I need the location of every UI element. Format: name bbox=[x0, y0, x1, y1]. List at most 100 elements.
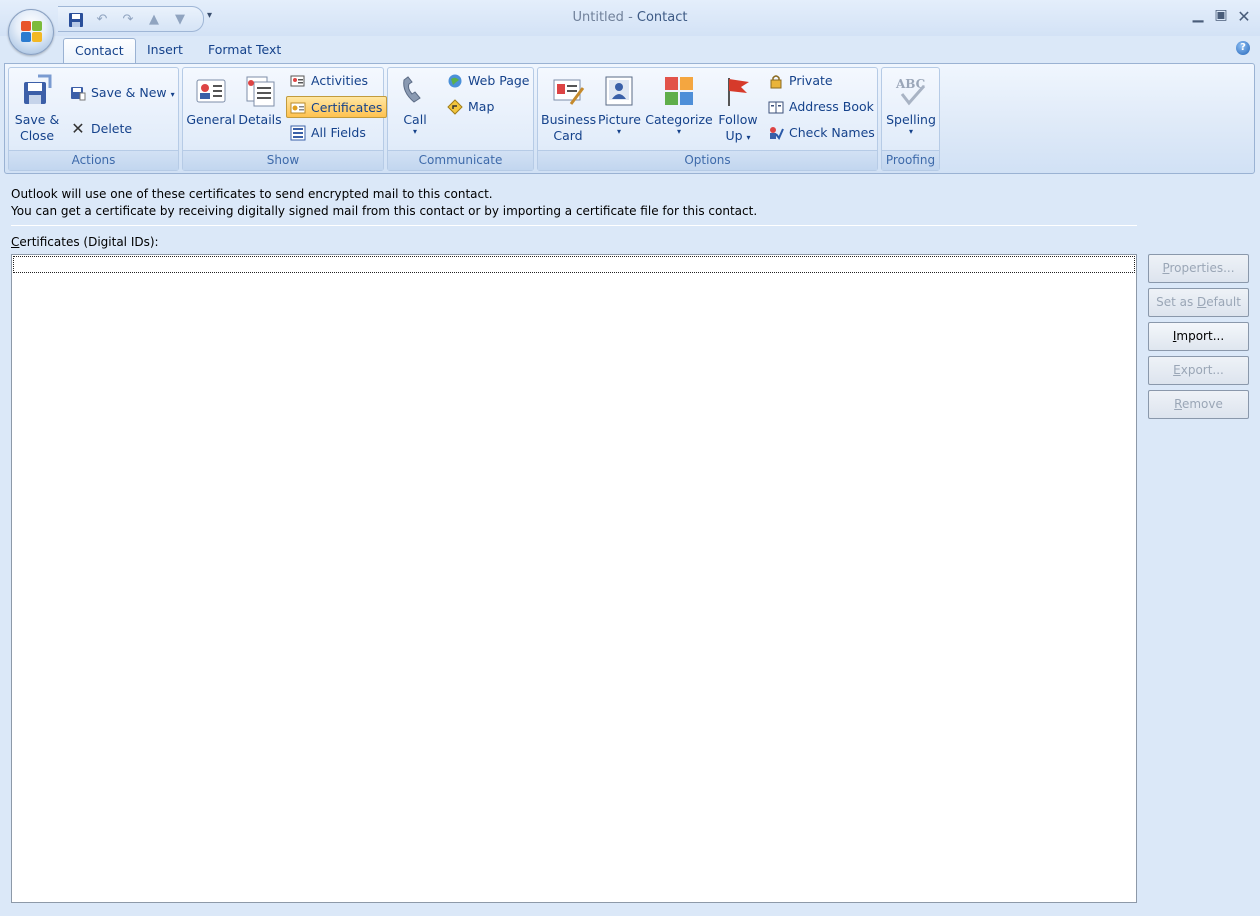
save-new-button[interactable]: Save & New ▾ bbox=[67, 82, 175, 104]
all-fields-label: All Fields bbox=[311, 125, 366, 140]
spelling-icon: ABC bbox=[894, 74, 928, 108]
call-label: Call bbox=[403, 112, 427, 127]
set-default-pre: Set as bbox=[1156, 295, 1198, 309]
map-icon bbox=[447, 99, 463, 115]
delete-icon: ✕ bbox=[71, 119, 85, 138]
export-label: xport... bbox=[1180, 363, 1224, 377]
private-button[interactable]: Private bbox=[765, 70, 833, 92]
spelling-label: Spelling bbox=[886, 112, 936, 127]
picture-label: Picture bbox=[598, 112, 641, 127]
certificates-icon bbox=[290, 100, 306, 116]
save-new-icon bbox=[70, 85, 86, 101]
title-document: Untitled bbox=[572, 10, 624, 25]
check-names-button[interactable]: Check Names bbox=[765, 122, 875, 144]
business-card-label-1: Business bbox=[541, 112, 597, 127]
certificate-info-text: Outlook will use one of these certificat… bbox=[11, 186, 757, 220]
help-icon[interactable]: ? bbox=[1236, 41, 1250, 55]
divider bbox=[11, 225, 1137, 226]
address-book-icon bbox=[768, 99, 784, 115]
call-button[interactable]: Call ▾ bbox=[392, 68, 438, 136]
spelling-button[interactable]: ABC Spelling ▾ bbox=[884, 68, 938, 136]
activities-icon bbox=[290, 73, 306, 89]
all-fields-button[interactable]: All Fields bbox=[287, 122, 366, 144]
map-button[interactable]: Map bbox=[444, 96, 494, 118]
delete-button[interactable]: ✕ Delete bbox=[67, 118, 132, 140]
office-button[interactable] bbox=[8, 9, 54, 55]
save-close-button[interactable]: Save & Close bbox=[11, 68, 63, 144]
follow-up-button[interactable]: Follow Up ▾ bbox=[715, 68, 761, 146]
categorize-label: Categorize bbox=[645, 112, 713, 127]
activities-label: Activities bbox=[311, 73, 369, 88]
window-title: Untitled - Contact bbox=[0, 10, 1260, 25]
close-icon[interactable]: ✕ bbox=[1234, 7, 1254, 26]
group-label-communicate: Communicate bbox=[388, 150, 533, 170]
check-names-icon bbox=[768, 125, 784, 141]
details-icon bbox=[243, 74, 277, 108]
general-icon bbox=[194, 74, 228, 108]
categorize-dropdown-icon[interactable]: ▾ bbox=[645, 128, 713, 136]
info-line-2: You can get a certificate by receiving d… bbox=[11, 204, 758, 218]
title-bar: ↶ ↷ ▲ ▼ ▾ Untitled - Contact ▁ ▣ ✕ bbox=[0, 0, 1260, 36]
maximize-icon[interactable]: ▣ bbox=[1211, 7, 1231, 23]
properties-button[interactable]: Properties... bbox=[1148, 254, 1249, 283]
remove-label: emove bbox=[1181, 397, 1223, 411]
remove-accel: R bbox=[1174, 397, 1182, 411]
tab-format-text[interactable]: Format Text bbox=[197, 38, 292, 64]
certificates-list-label: Certificates (Digital IDs): bbox=[11, 235, 159, 249]
follow-up-label-1: Follow bbox=[718, 112, 758, 127]
group-label-show: Show bbox=[183, 150, 383, 170]
remove-button[interactable]: Remove bbox=[1148, 390, 1249, 419]
save-new-dropdown-icon[interactable]: ▾ bbox=[171, 90, 175, 99]
save-close-label-1: Save & bbox=[14, 112, 60, 127]
group-label-proofing: Proofing bbox=[882, 150, 939, 170]
categorize-button[interactable]: Categorize ▾ bbox=[645, 68, 713, 136]
group-communicate: Call ▾ Web Page Map Communicate bbox=[387, 67, 534, 171]
certificates-list[interactable] bbox=[11, 254, 1137, 903]
globe-icon bbox=[447, 73, 463, 89]
all-fields-icon bbox=[290, 125, 306, 141]
save-close-icon bbox=[20, 74, 54, 108]
export-button[interactable]: Export... bbox=[1148, 356, 1249, 385]
call-dropdown-icon[interactable]: ▾ bbox=[392, 128, 438, 136]
flag-icon bbox=[721, 74, 755, 108]
check-names-label: Check Names bbox=[789, 125, 875, 140]
group-label-options: Options bbox=[538, 150, 877, 170]
web-page-label: Web Page bbox=[468, 73, 530, 88]
follow-up-dropdown-icon[interactable]: ▾ bbox=[747, 133, 751, 142]
spelling-dropdown-icon[interactable]: ▾ bbox=[884, 128, 938, 136]
title-app: Contact bbox=[636, 10, 688, 25]
minimize-icon[interactable]: ▁ bbox=[1188, 7, 1208, 23]
phone-icon bbox=[398, 74, 432, 108]
tab-insert[interactable]: Insert bbox=[136, 38, 194, 64]
picture-button[interactable]: Picture ▾ bbox=[598, 68, 641, 136]
general-button[interactable]: General bbox=[185, 68, 237, 128]
business-card-label-2: Card bbox=[553, 128, 583, 143]
details-label: Details bbox=[238, 112, 282, 127]
lock-icon bbox=[768, 73, 784, 89]
picture-dropdown-icon[interactable]: ▾ bbox=[598, 128, 640, 136]
group-show: General Details Activities Certificates … bbox=[182, 67, 388, 171]
import-button[interactable]: Import... bbox=[1148, 322, 1249, 351]
export-accel: E bbox=[1173, 363, 1181, 377]
certificates-button[interactable]: Certificates bbox=[286, 96, 388, 118]
group-actions: Save & Close Save & New ▾ ✕ Delete Actio… bbox=[8, 67, 179, 171]
address-book-button[interactable]: Address Book bbox=[765, 96, 874, 118]
save-new-label: Save & New bbox=[91, 85, 167, 100]
details-button[interactable]: Details bbox=[237, 68, 283, 128]
map-label: Map bbox=[468, 99, 495, 114]
ribbon: Save & Close Save & New ▾ ✕ Delete Actio… bbox=[4, 63, 1255, 174]
set-default-accel: D bbox=[1197, 295, 1207, 309]
activities-button[interactable]: Activities bbox=[287, 70, 368, 92]
delete-label: Delete bbox=[91, 121, 133, 136]
group-proofing: ABC Spelling ▾ Proofing bbox=[881, 67, 940, 171]
certificates-label-rest: ertificates (Digital IDs): bbox=[19, 235, 159, 249]
tab-contact[interactable]: Contact bbox=[63, 38, 136, 65]
info-line-1: Outlook will use one of these certificat… bbox=[11, 187, 493, 201]
save-close-label-2: Close bbox=[19, 128, 55, 143]
follow-up-label-2-text: Up bbox=[725, 128, 743, 143]
list-item[interactable] bbox=[13, 256, 1135, 273]
set-as-default-button[interactable]: Set as Default bbox=[1148, 288, 1249, 317]
web-page-button[interactable]: Web Page bbox=[444, 70, 530, 92]
general-label: General bbox=[186, 112, 236, 127]
business-card-button[interactable]: Business Card bbox=[541, 68, 597, 144]
